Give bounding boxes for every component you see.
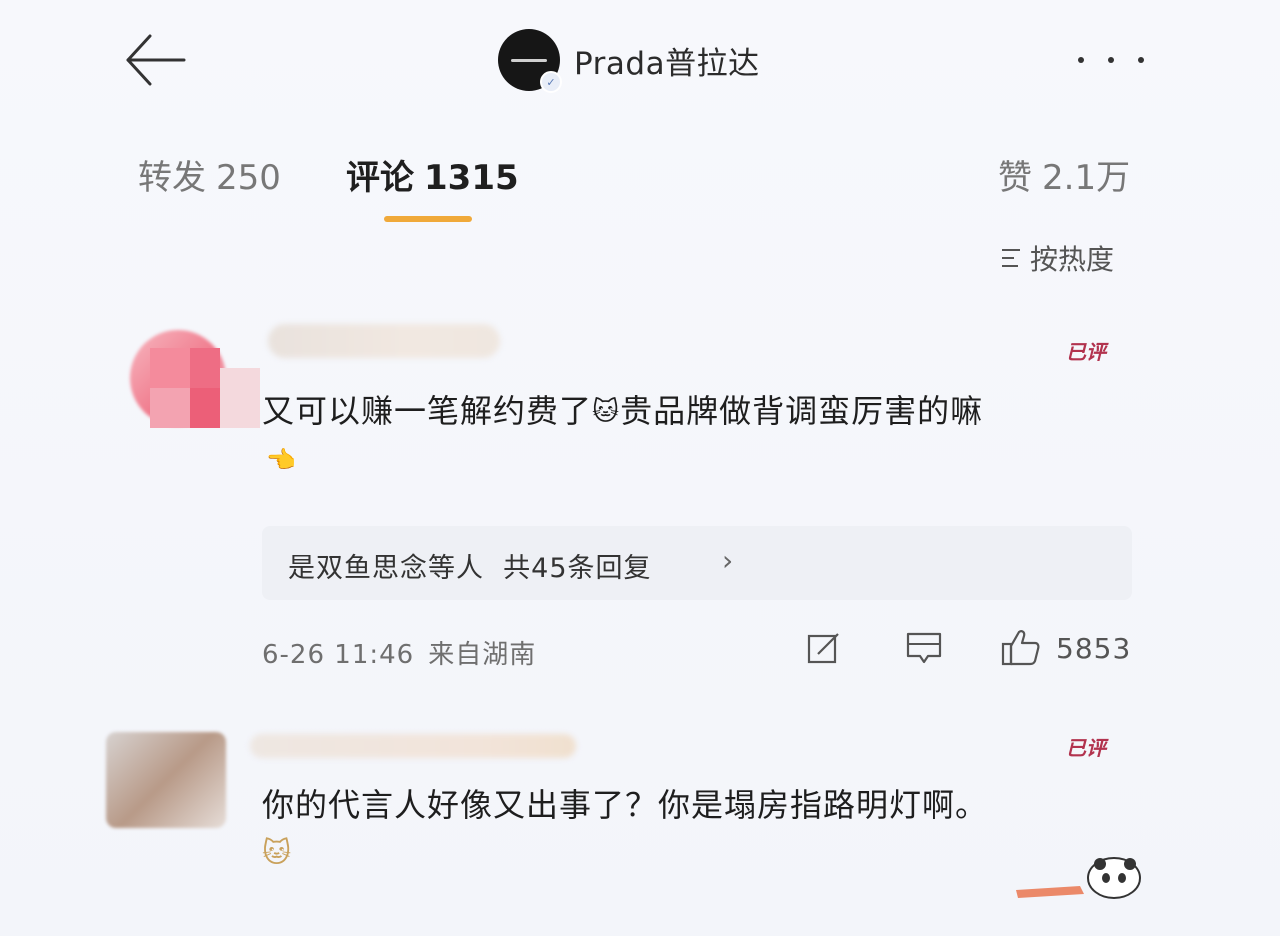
sort-icon bbox=[1002, 249, 1020, 267]
avatar-mosaic bbox=[150, 348, 260, 428]
active-tab-indicator bbox=[384, 216, 472, 222]
avatar[interactable] bbox=[106, 732, 226, 828]
tab-comments[interactable]: 评论 1315 bbox=[346, 150, 519, 199]
sort-label: 按热度 bbox=[1030, 243, 1115, 276]
replies-count: 共45条回复 bbox=[503, 553, 652, 584]
comment-icon bbox=[906, 632, 942, 664]
brand-logo bbox=[511, 58, 547, 62]
account-name[interactable]: Prada普拉达 bbox=[574, 38, 760, 83]
sort-button[interactable]: 按热度 bbox=[1000, 238, 1114, 278]
timestamp: 6-26 11:46 bbox=[262, 640, 415, 670]
verified-icon: ✓ bbox=[540, 71, 562, 93]
ellipsis-dot bbox=[1108, 57, 1114, 63]
tab-label: 赞 bbox=[998, 158, 1032, 198]
cat-emoji-icon: 🐱 bbox=[592, 397, 621, 427]
more-button[interactable] bbox=[1078, 40, 1144, 80]
cat-emoji-icon: 🐱 bbox=[262, 836, 292, 869]
like-button[interactable]: 5853 bbox=[1000, 622, 1131, 674]
tab-label: 转发 bbox=[138, 158, 206, 198]
share-button[interactable] bbox=[804, 622, 844, 674]
back-button[interactable] bbox=[120, 30, 190, 90]
avatar[interactable]: ✓ bbox=[498, 29, 562, 93]
replies-label: 是双鱼思念等人 bbox=[288, 553, 484, 584]
replies-summary: 是双鱼思念等人 共45条回复 bbox=[288, 546, 652, 585]
thumbs-up-icon bbox=[1001, 630, 1040, 666]
like-count: 5853 bbox=[1056, 631, 1132, 665]
replies-preview[interactable]: 是双鱼思念等人 共45条回复 › bbox=[262, 526, 1132, 600]
chevron-right-icon: › bbox=[722, 544, 734, 577]
tab-repost[interactable]: 转发 250 bbox=[138, 150, 281, 199]
ellipsis-icon bbox=[1078, 57, 1084, 63]
comment-item: 已评 你的代言人好像又出事了？你是塌房指路明灯啊。 🐱 bbox=[0, 712, 1280, 936]
tab-label: 评论 bbox=[346, 158, 414, 198]
comment-item: 已评 又可以赚一笔解约费了🐱贵品牌做背调蛮厉害的嘛 👈 是双鱼思念等人 共45条… bbox=[0, 318, 1280, 698]
comment-text-part: 贵品牌做背调蛮厉害的嘛 bbox=[620, 392, 984, 430]
panda-sticker-icon bbox=[1016, 857, 1141, 899]
share-icon bbox=[807, 633, 839, 664]
comment-text-part: 又可以赚一笔解约费了 bbox=[262, 392, 593, 430]
account-header[interactable]: ✓ Prada普拉达 bbox=[498, 28, 760, 93]
comment-button[interactable] bbox=[904, 622, 944, 674]
location: 来自湖南 bbox=[428, 640, 537, 670]
status-badge: 已评 bbox=[1066, 340, 1106, 364]
username-redacted[interactable] bbox=[268, 324, 500, 358]
comment-text: 又可以赚一笔解约费了🐱贵品牌做背调蛮厉害的嘛 bbox=[262, 388, 1132, 435]
ellipsis-dot bbox=[1138, 57, 1144, 63]
comment-meta: 6-26 11:46 来自湖南 bbox=[262, 634, 536, 671]
tab-likes[interactable]: 赞 2.1万 bbox=[998, 150, 1130, 199]
tab-count: 1315 bbox=[424, 158, 519, 198]
tab-count: 2.1万 bbox=[1042, 158, 1131, 198]
username-redacted[interactable] bbox=[250, 734, 576, 758]
top-bar: ✓ Prada普拉达 bbox=[0, 0, 1280, 120]
pointing-hand-icon: 👈 bbox=[266, 446, 296, 474]
arrow-left-icon bbox=[126, 34, 186, 86]
status-badge: 已评 bbox=[1066, 736, 1106, 760]
tab-count: 250 bbox=[216, 158, 281, 198]
comment-text: 你的代言人好像又出事了？你是塌房指路明灯啊。 bbox=[262, 786, 989, 824]
screen: ✓ Prada普拉达 转发 250 评论 1315 赞 2.1万 按热度 已评 … bbox=[0, 0, 1280, 936]
tab-bar: 转发 250 评论 1315 赞 2.1万 bbox=[0, 140, 1280, 230]
